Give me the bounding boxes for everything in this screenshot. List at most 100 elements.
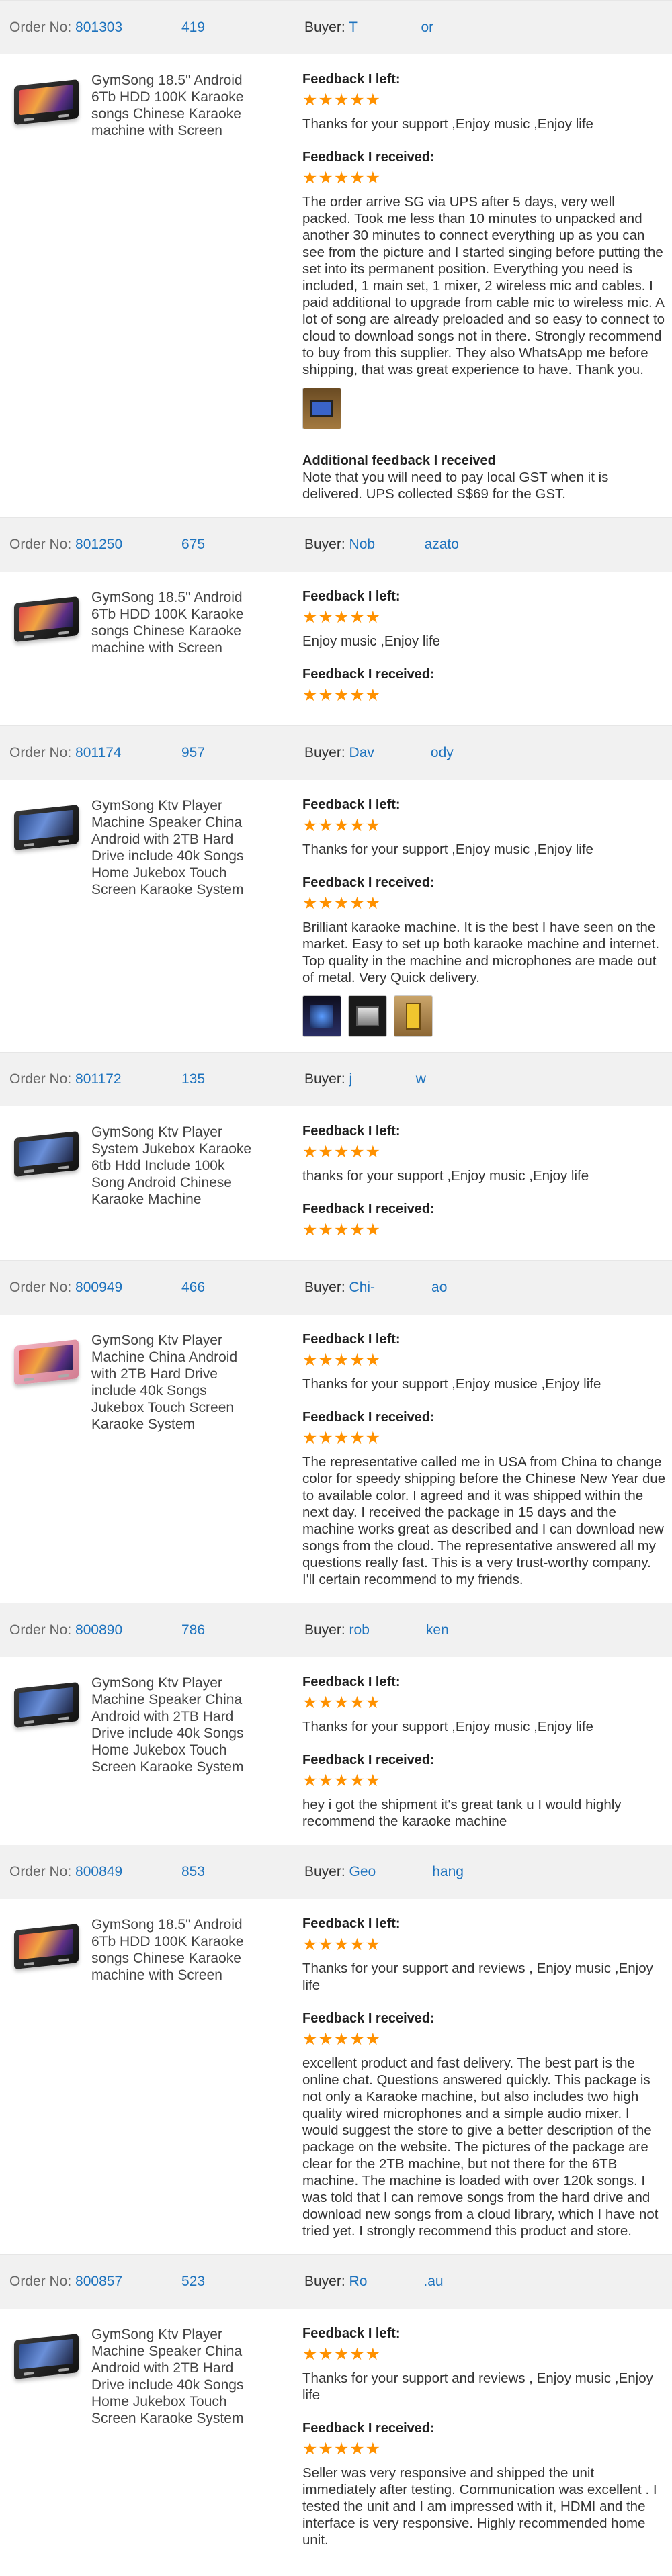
microphone-icon [24,634,34,639]
buyer-label: Buyer: [304,745,345,760]
feedback-received-text: The representative called me in USA from… [302,1454,666,1587]
karaoke-machine-image [14,1681,79,1728]
order-number-link[interactable]: 800949 [75,1280,122,1295]
order-number-link[interactable]: 801172 [75,1071,122,1087]
product-title-link[interactable]: GymSong 18.5" Android 6Tb HDD 100K Karao… [91,589,253,656]
feedback-left-text: Thanks for your support ,Enjoy music ,En… [302,842,593,857]
feedback-received-stars: ★★★★★ [302,894,382,913]
buyer-name-link[interactable]: j w [349,1071,426,1087]
buyer-info: Buyer: rob ken [304,1622,449,1638]
machine-screen [19,1136,73,1167]
feedback-received-heading: Feedback I received: [302,667,435,682]
buyer-name-link[interactable]: Chi- ao [349,1280,448,1295]
product-thumbnail[interactable] [9,1332,83,1392]
order-code[interactable]: 786 [181,1622,205,1638]
order-number-link[interactable]: 801174 [75,745,122,760]
order-code[interactable]: 523 [181,2274,205,2290]
microphone-icon [24,117,34,122]
product-title-link[interactable]: GymSong Ktv Player System Jukebox Karaok… [91,1124,253,1208]
product-title-link[interactable]: GymSong Ktv Player Machine Speaker China… [91,2326,253,2427]
order-body: GymSong Ktv Player Machine Speaker China… [0,2309,672,2563]
buyer-label: Buyer: [304,1864,345,1879]
machine-screen [19,2338,73,2370]
feedback-left-text: Thanks for your support and reviews , En… [302,2370,653,2403]
order-number-link[interactable]: 801303 [75,19,122,35]
order-number-label: Order No: [9,1622,72,1638]
machine-screen [19,1928,73,1960]
review-photo-thumbnail[interactable] [348,995,387,1037]
review-photos [302,388,667,429]
order-code[interactable]: 419 [181,19,205,36]
order-code[interactable]: 675 [181,537,205,553]
review-photo-thumbnail[interactable] [394,995,433,1037]
order-number-link[interactable]: 800890 [75,1622,122,1638]
karaoke-machine-image [14,1339,79,1386]
order-code[interactable]: 957 [181,745,205,761]
review-photo-thumbnail[interactable] [302,995,341,1037]
review-photo-thumbnail[interactable] [302,388,341,429]
product-title-link[interactable]: GymSong Ktv Player Machine Speaker China… [91,797,253,898]
product-column: GymSong Ktv Player Machine Speaker China… [0,780,294,1052]
order-header: Order No: 800849 853 Buyer: Geo hang [0,1845,672,1899]
buyer-name-link[interactable]: Nob azato [349,537,459,552]
product-column: GymSong Ktv Player Machine China Android… [0,1315,294,1603]
microphone-icon [24,2371,34,2376]
buyer-name-link[interactable]: Geo hang [349,1864,464,1879]
order-header: Order No: 801174 957 Buyer: Dav ody [0,726,672,780]
additional-feedback-text: Note that you will need to pay local GST… [302,470,609,502]
feedback-left-stars: ★★★★★ [302,816,382,835]
order-card: Order No: 800949 466 Buyer: Chi- ao GymSong… [0,1260,672,1603]
product-title-link[interactable]: GymSong 18.5" Android 6Tb HDD 100K Karao… [91,1916,253,1984]
order-body: GymSong 18.5" Android 6Tb HDD 100K Karao… [0,54,672,517]
buyer-name-link[interactable]: T or [349,19,433,35]
buyer-info: Buyer: Geo hang [304,1864,464,1880]
product-title-link[interactable]: GymSong 18.5" Android 6Tb HDD 100K Karao… [91,72,253,139]
order-number-link[interactable]: 800857 [75,2274,122,2289]
feedback-received-heading: Feedback I received: [302,150,435,165]
feedback-column: Feedback I left: ★★★★★ Enjoy music ,Enjoy … [294,572,672,725]
product-title-link[interactable]: GymSong Ktv Player Machine Speaker China… [91,1675,253,1775]
order-number-label: Order No: [9,537,72,552]
order-code[interactable]: 466 [181,1280,205,1296]
photo-content [406,1003,421,1030]
product-thumbnail[interactable] [9,797,83,858]
product-column: GymSong 18.5" Android 6Tb HDD 100K Karao… [0,54,294,517]
feedback-left-stars: ★★★★★ [302,1935,382,1954]
order-code[interactable]: 135 [181,1071,205,1087]
feedback-left-heading: Feedback I left: [302,2326,401,2341]
feedback-left-heading: Feedback I left: [302,797,401,812]
order-number: Order No: 801303 [9,19,122,36]
buyer-name-link[interactable]: Dav ody [349,745,454,760]
product-thumbnail[interactable] [9,2326,83,2387]
order-header: Order No: 800890 786 Buyer: rob ken [0,1603,672,1657]
order-number-label: Order No: [9,19,72,35]
product-thumbnail[interactable] [9,1916,83,1977]
machine-screen [19,1344,73,1376]
buyer-name-link[interactable]: Ro .au [349,2274,444,2289]
buyer-label: Buyer: [304,1071,345,1087]
feedback-left-heading: Feedback I left: [302,1124,401,1139]
product-thumbnail[interactable] [9,72,83,132]
feedback-received-text: Brilliant karaoke machine. It is the bes… [302,920,660,985]
feedback-received-heading: Feedback I received: [302,1202,435,1216]
microphone-icon [58,1958,69,1963]
order-number-link[interactable]: 801250 [75,537,122,552]
order-number-link[interactable]: 800849 [75,1864,122,1879]
product-thumbnail[interactable] [9,589,83,650]
product-thumbnail[interactable] [9,1675,83,1735]
karaoke-machine-image [14,1923,79,1970]
feedback-left-text: thanks for your support ,Enjoy music ,En… [302,1168,589,1184]
feedback-received-heading: Feedback I received: [302,2011,435,2026]
product-thumbnail[interactable] [9,1124,83,1184]
feedback-left-stars: ★★★★★ [302,608,382,627]
buyer-label: Buyer: [304,1622,345,1638]
microphone-icon [58,1716,69,1721]
buyer-name-link[interactable]: rob ken [349,1622,449,1638]
feedback-column: Feedback I left: ★★★★★ Thanks for your sup… [294,54,672,517]
feedback-column: Feedback I left: ★★★★★ Thanks for your sup… [294,1315,672,1603]
order-header: Order No: 800949 466 Buyer: Chi- ao [0,1261,672,1315]
order-code[interactable]: 853 [181,1864,205,1880]
buyer-label: Buyer: [304,19,345,35]
product-title-link[interactable]: GymSong Ktv Player Machine China Android… [91,1332,253,1433]
photo-content [310,1005,333,1028]
